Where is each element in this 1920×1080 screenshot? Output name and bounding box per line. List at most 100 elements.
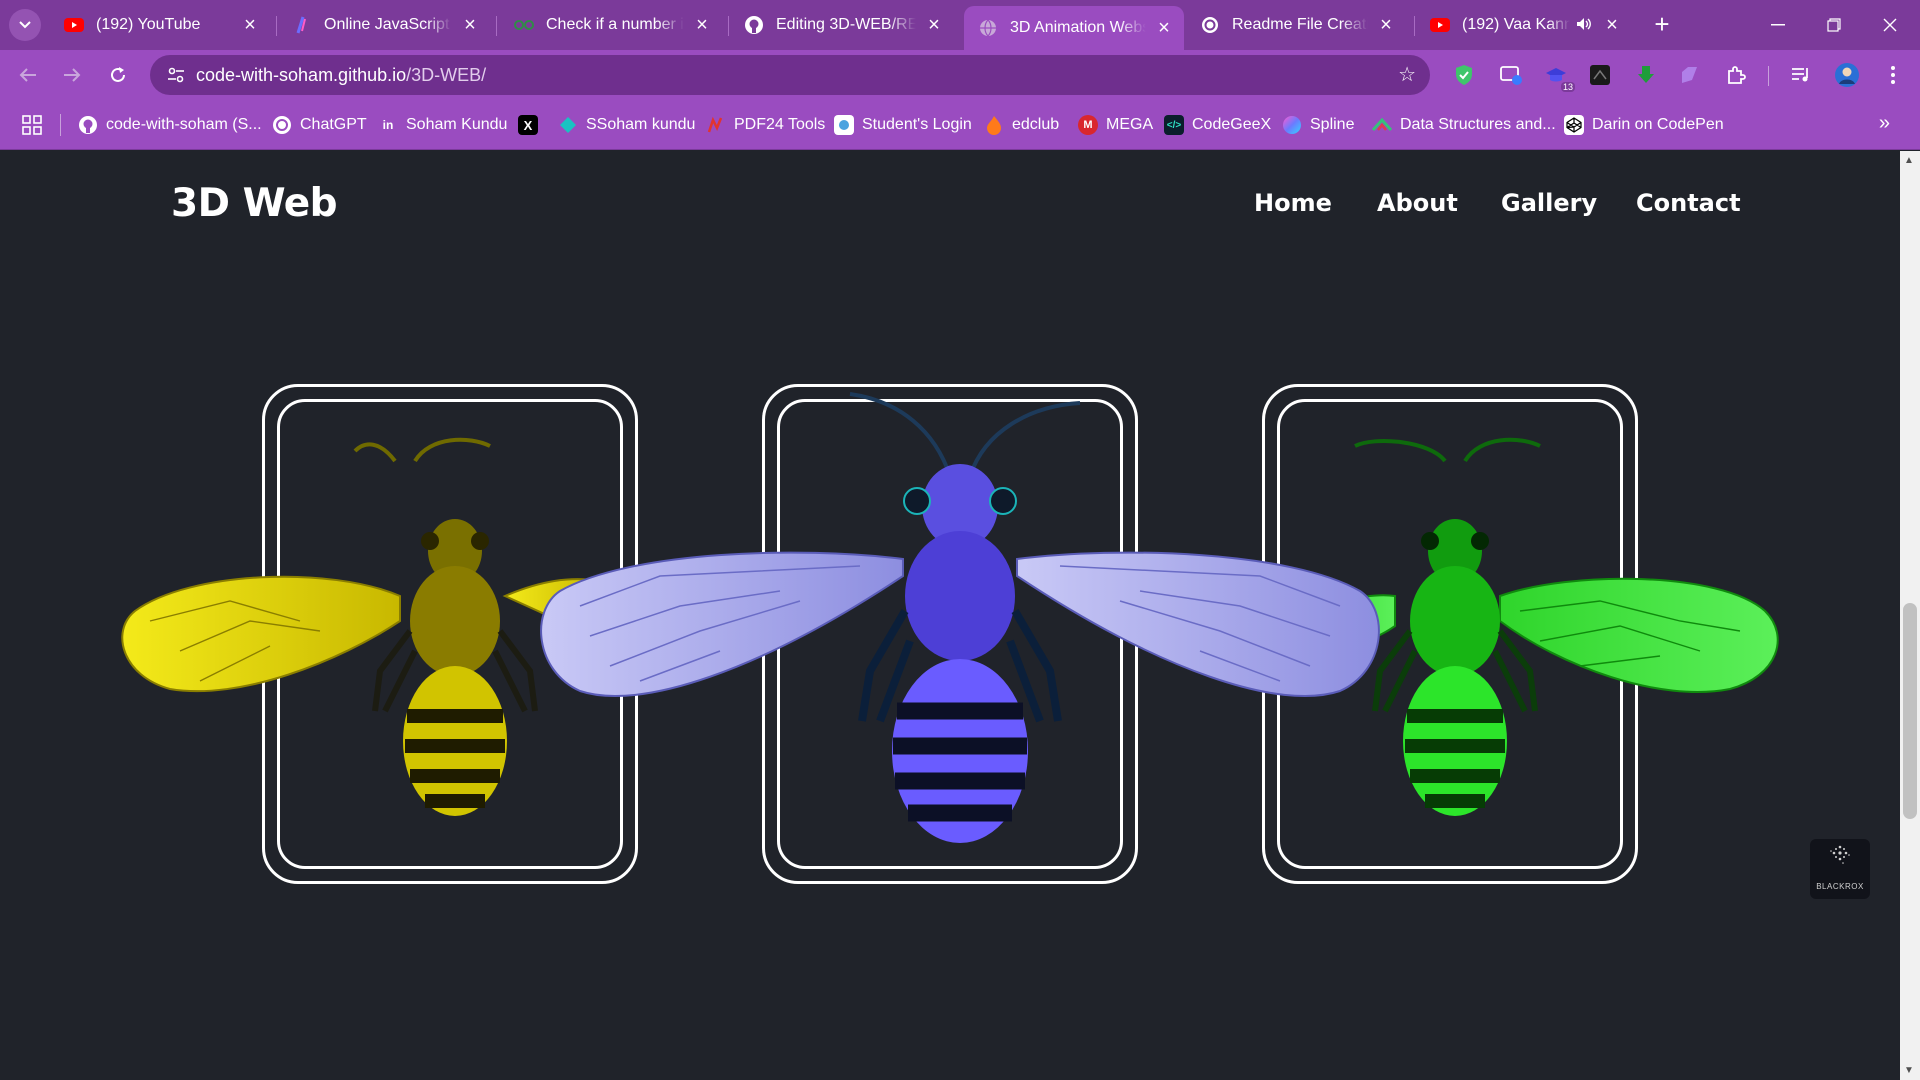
- tab-close-button[interactable]: ×: [922, 13, 946, 37]
- spline-icon: [1282, 115, 1302, 135]
- gem-extension-icon[interactable]: [1677, 62, 1703, 88]
- github-icon: [78, 115, 98, 135]
- bookmark-label: Data Structures and...: [1400, 116, 1556, 133]
- new-tab-button[interactable]: +: [1647, 10, 1677, 40]
- media-control-icon[interactable]: [1788, 62, 1814, 88]
- tab-search-button[interactable]: [9, 9, 41, 41]
- bee-wing: [1499, 577, 1779, 693]
- bookmark-label: Spline: [1310, 116, 1355, 133]
- bookmark-label: Darin on CodePen: [1592, 116, 1724, 133]
- tab-close-button[interactable]: ×: [1152, 16, 1176, 40]
- chatgpt-icon: [272, 115, 292, 135]
- screen-extension-icon[interactable]: [1498, 62, 1524, 88]
- bookmark-label: PDF24 Tools: [734, 116, 826, 133]
- bees-illustration: [121, 392, 1779, 843]
- tab-close-button[interactable]: ×: [1374, 13, 1398, 37]
- reload-button[interactable]: [102, 59, 134, 91]
- web-page: 3D Web Home About Gallery Contact BLACKR…: [0, 151, 1900, 1080]
- tab-readme[interactable]: Readme File Creation ×: [1186, 6, 1406, 44]
- chevron-down-icon: [19, 21, 31, 29]
- bee-antenna: [1354, 437, 1541, 463]
- back-button[interactable]: [12, 59, 44, 91]
- edclub-icon: [984, 115, 1004, 135]
- bookmark-x[interactable]: X: [518, 112, 546, 138]
- shield-extension-icon[interactable]: [1451, 62, 1477, 88]
- bookmark-ssoham[interactable]: SSoham kundu: [558, 112, 695, 138]
- close-window-button[interactable]: [1862, 0, 1918, 50]
- download-extension-icon[interactable]: [1633, 62, 1659, 88]
- chatgpt-icon: [1200, 15, 1220, 35]
- more-bookmarks-icon[interactable]: »: [1879, 112, 1890, 135]
- codepen-icon: [1564, 115, 1584, 135]
- bookmark-chatgpt[interactable]: ChatGPT: [272, 112, 367, 138]
- bookmark-data-structures[interactable]: Data Structures and...: [1372, 112, 1556, 138]
- graduation-extension-icon[interactable]: 13: [1543, 62, 1575, 92]
- x-icon: X: [518, 115, 538, 135]
- bee-antenna: [849, 392, 1081, 477]
- restore-button[interactable]: [1806, 0, 1862, 50]
- tab-title: Online JavaScript Com: [324, 16, 452, 33]
- geeksforgeeks-icon: [514, 15, 534, 35]
- bee-wing: [121, 575, 401, 693]
- tab-title: (192) Vaa Kannam: [1462, 16, 1570, 33]
- bookmark-spline[interactable]: Spline: [1282, 112, 1354, 138]
- browser-window: (192) YouTube × Online JavaScript Com × …: [0, 0, 1920, 1080]
- page-scrollbar[interactable]: ▲ ▼: [1900, 151, 1920, 1080]
- scroll-down-arrow-icon[interactable]: ▼: [1904, 1065, 1914, 1076]
- tab-strip: (192) YouTube × Online JavaScript Com × …: [0, 0, 1920, 50]
- bookmarks-bar: code-with-soham (S... ChatGPT in Soham K…: [0, 100, 1920, 150]
- minimize-button[interactable]: [1750, 0, 1806, 50]
- yellow-bee: [121, 437, 603, 816]
- bookmark-student-login[interactable]: Student's Login: [834, 112, 972, 138]
- blackrox-logo-icon: [1830, 845, 1850, 864]
- student-login-icon: [834, 115, 854, 135]
- dark-extension-icon[interactable]: [1587, 62, 1613, 88]
- bookmark-label: edclub: [1012, 116, 1060, 133]
- globe-icon: [978, 18, 998, 38]
- github-icon: [744, 15, 764, 35]
- restore-icon: [1827, 18, 1841, 32]
- bookmark-star-icon[interactable]: ☆: [1398, 63, 1416, 87]
- browser-menu-icon[interactable]: [1880, 62, 1906, 88]
- bookmark-mega[interactable]: M MEGA: [1078, 112, 1153, 138]
- blackrox-widget[interactable]: BLACKROX: [1810, 839, 1870, 899]
- tab-close-button[interactable]: ×: [690, 13, 714, 37]
- tab-github-editing[interactable]: Editing 3D-WEB/REA ×: [730, 6, 954, 44]
- scrollbar-thumb[interactable]: [1903, 603, 1917, 819]
- forward-button[interactable]: [56, 59, 88, 91]
- js-compiler-icon: [292, 15, 312, 35]
- profile-avatar[interactable]: [1834, 62, 1860, 88]
- apps-grid-icon[interactable]: [22, 115, 42, 135]
- tab-divider: [1414, 16, 1415, 36]
- tab-close-button[interactable]: ×: [238, 13, 262, 37]
- extensions-puzzle-icon[interactable]: [1723, 62, 1749, 88]
- bookmark-codegeex[interactable]: </> CodeGeeX: [1164, 112, 1271, 138]
- site-info-icon[interactable]: [164, 63, 188, 87]
- tab-3d-animation[interactable]: 3D Animation Websit ×: [964, 6, 1184, 50]
- extension-badge: 13: [1560, 82, 1575, 92]
- scroll-up-arrow-icon[interactable]: ▲: [1904, 155, 1914, 166]
- tab-close-button[interactable]: ×: [458, 13, 482, 37]
- tab-title: (192) YouTube: [96, 16, 201, 33]
- bookmark-edclub[interactable]: edclub: [984, 112, 1059, 138]
- tab-youtube-music[interactable]: (192) Vaa Kannam ×: [1416, 6, 1632, 44]
- bee-antenna: [353, 437, 491, 463]
- bookmark-pdf24[interactable]: PDF24 Tools: [706, 112, 825, 138]
- tab-geeksforgeeks[interactable]: Check if a number is ×: [500, 6, 722, 44]
- tab-youtube[interactable]: (192) YouTube ×: [50, 6, 270, 44]
- bookmark-github[interactable]: code-with-soham (S...: [78, 112, 262, 138]
- bookmark-label: CodeGeeX: [1192, 116, 1272, 133]
- address-bar[interactable]: code-with-soham.github.io/3D-WEB/ ☆: [150, 55, 1430, 95]
- bookmark-label: ChatGPT: [300, 116, 367, 133]
- bookmark-linkedin[interactable]: in Soham Kundu: [378, 112, 508, 138]
- close-icon: [1883, 18, 1897, 32]
- tab-js-compiler[interactable]: Online JavaScript Com ×: [278, 6, 490, 44]
- url-path: /3D-WEB/: [406, 65, 487, 85]
- bookmark-codepen[interactable]: Darin on CodePen: [1564, 112, 1724, 138]
- tab-title: Check if a number is: [546, 16, 684, 33]
- speaker-icon[interactable]: [1574, 17, 1594, 34]
- tab-close-button[interactable]: ×: [1600, 13, 1624, 37]
- blue-bee: [540, 392, 1380, 843]
- toolbar-divider: [1768, 66, 1769, 86]
- bookmark-label: code-with-soham (S...: [106, 116, 262, 133]
